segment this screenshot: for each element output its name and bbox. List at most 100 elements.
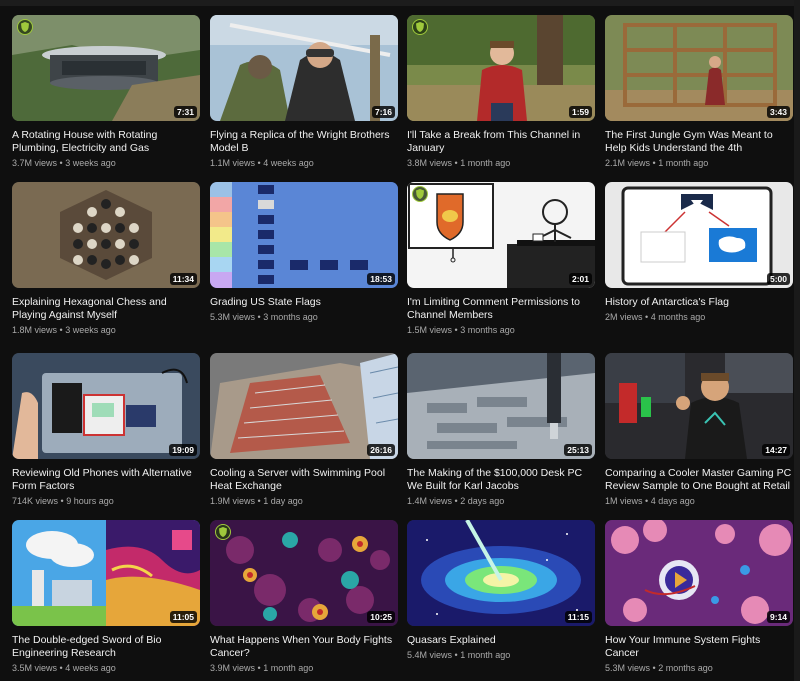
thumbnail-image <box>605 182 793 288</box>
video-thumbnail[interactable]: 11:15 <box>407 520 595 626</box>
upload-age: 1 month ago <box>658 158 709 168</box>
video-thumbnail[interactable]: 25:13 <box>407 353 595 459</box>
verified-shield-icon <box>412 19 428 35</box>
upload-age: 4 weeks ago <box>263 158 314 168</box>
meta-separator: • <box>257 312 261 322</box>
view-count: 1.1M views <box>210 158 256 168</box>
video-meta: 3.7M views • 3 weeks ago <box>12 158 200 169</box>
video-meta: 5.3M views • 3 months ago <box>210 312 398 323</box>
video-title[interactable]: The Double-edged Sword of Bio Engineerin… <box>12 634 200 660</box>
video-card[interactable]: 5:00 History of Antarctica's Flag 2M vie… <box>605 182 793 323</box>
video-thumbnail[interactable]: 7:16 <box>210 15 398 121</box>
video-title[interactable]: Flying a Replica of the Wright Brothers … <box>210 129 398 155</box>
upload-age: 1 month ago <box>460 650 511 660</box>
video-title[interactable]: The Making of the $100,000 Desk PC We Bu… <box>407 467 595 493</box>
video-thumbnail[interactable]: 19:09 <box>12 353 200 459</box>
video-thumbnail[interactable]: 14:27 <box>605 353 793 459</box>
video-thumbnail[interactable]: 10:25 <box>210 520 398 626</box>
video-card[interactable]: 25:13 The Making of the $100,000 Desk PC… <box>407 353 595 507</box>
video-duration: 5:00 <box>766 272 790 285</box>
video-card[interactable]: 18:53 Grading US State Flags 5.3M views … <box>210 182 398 323</box>
video-duration: 11:05 <box>169 610 197 623</box>
video-title[interactable]: Quasars Explained <box>407 634 595 647</box>
video-meta: 5.3M views • 2 months ago <box>605 663 793 674</box>
video-title[interactable]: History of Antarctica's Flag <box>605 296 793 309</box>
view-count: 3.7M views <box>12 158 58 168</box>
video-thumbnail[interactable]: 3:43 <box>605 15 793 121</box>
meta-separator: • <box>257 496 261 506</box>
upload-age: 1 month ago <box>263 663 314 673</box>
video-duration: 1:59 <box>568 105 592 118</box>
video-card[interactable]: 9:14 How Your Immune System Fights Cance… <box>605 520 793 674</box>
thumbnail-image <box>407 15 595 121</box>
upload-age: 2 months ago <box>658 663 713 673</box>
video-duration: 14:27 <box>762 443 790 456</box>
view-count: 2.1M views <box>605 158 651 168</box>
video-duration: 19:09 <box>169 443 197 456</box>
video-meta: 3.8M views • 1 month ago <box>407 158 595 169</box>
video-duration: 25:13 <box>564 443 592 456</box>
video-title[interactable]: Reviewing Old Phones with Alternative Fo… <box>12 467 200 493</box>
verified-shield-icon <box>412 186 428 202</box>
video-card[interactable]: 7:16 Flying a Replica of the Wright Brot… <box>210 15 398 169</box>
video-thumbnail[interactable]: 26:16 <box>210 353 398 459</box>
video-card[interactable]: 10:25 What Happens When Your Body Fights… <box>210 520 398 674</box>
scrollbar-track[interactable] <box>794 0 800 681</box>
video-thumbnail[interactable]: 9:14 <box>605 520 793 626</box>
view-count: 1.8M views <box>12 325 58 335</box>
video-duration: 3:43 <box>766 105 790 118</box>
video-duration: 7:31 <box>173 105 197 118</box>
video-card[interactable]: 11:34 Explaining Hexagonal Chess and Pla… <box>12 182 200 336</box>
video-meta: 3.5M views • 4 weeks ago <box>12 663 200 674</box>
video-thumbnail[interactable]: 7:31 <box>12 15 200 121</box>
thumbnail-image <box>12 15 200 121</box>
video-title[interactable]: Grading US State Flags <box>210 296 398 309</box>
video-title[interactable]: How Your Immune System Fights Cancer <box>605 634 793 660</box>
view-count: 3.5M views <box>12 663 58 673</box>
video-thumbnail[interactable]: 2:01 <box>407 182 595 288</box>
thumbnail-image <box>407 182 595 288</box>
video-title[interactable]: Comparing a Cooler Master Gaming PC Revi… <box>605 467 793 493</box>
video-thumbnail[interactable]: 11:05 <box>12 520 200 626</box>
video-title[interactable]: I'm Limiting Comment Permissions to Chan… <box>407 296 595 322</box>
meta-separator: • <box>652 663 656 673</box>
video-thumbnail[interactable]: 1:59 <box>407 15 595 121</box>
video-card[interactable]: 7:31 A Rotating House with Rotating Plum… <box>12 15 200 169</box>
video-thumbnail[interactable]: 11:34 <box>12 182 200 288</box>
video-title[interactable]: Explaining Hexagonal Chess and Playing A… <box>12 296 200 322</box>
video-meta: 1.4M views • 2 days ago <box>407 496 595 507</box>
meta-separator: • <box>60 496 64 506</box>
video-meta: 2M views • 4 months ago <box>605 312 793 323</box>
video-meta: 1.5M views • 3 months ago <box>407 325 595 336</box>
video-card[interactable]: 11:05 The Double-edged Sword of Bio Engi… <box>12 520 200 674</box>
video-card[interactable]: 3:43 The First Jungle Gym Was Meant to H… <box>605 15 793 169</box>
video-thumbnail[interactable]: 18:53 <box>210 182 398 288</box>
meta-separator: • <box>652 158 656 168</box>
meta-separator: • <box>454 496 458 506</box>
video-card[interactable]: 26:16 Cooling a Server with Swimming Poo… <box>210 353 398 507</box>
video-title[interactable]: What Happens When Your Body Fights Cance… <box>210 634 398 660</box>
view-count: 5.4M views <box>407 650 453 660</box>
view-count: 2M views <box>605 312 643 322</box>
video-meta: 3.9M views • 1 month ago <box>210 663 398 674</box>
video-card[interactable]: 14:27 Comparing a Cooler Master Gaming P… <box>605 353 793 507</box>
view-count: 1.9M views <box>210 496 256 506</box>
video-card[interactable]: 11:15 Quasars Explained 5.4M views • 1 m… <box>407 520 595 661</box>
video-duration: 11:34 <box>169 272 197 285</box>
meta-separator: • <box>454 650 458 660</box>
video-duration: 18:53 <box>367 272 395 285</box>
video-thumbnail[interactable]: 5:00 <box>605 182 793 288</box>
video-duration: 11:15 <box>564 610 592 623</box>
video-duration: 2:01 <box>568 272 592 285</box>
view-count: 3.8M views <box>407 158 453 168</box>
upload-age: 3 weeks ago <box>65 325 116 335</box>
video-card[interactable]: 1:59 I'll Take a Break from This Channel… <box>407 15 595 169</box>
upload-age: 3 months ago <box>263 312 318 322</box>
video-title[interactable]: A Rotating House with Rotating Plumbing,… <box>12 129 200 155</box>
video-title[interactable]: I'll Take a Break from This Channel in J… <box>407 129 595 155</box>
video-title[interactable]: The First Jungle Gym Was Meant to Help K… <box>605 129 793 155</box>
video-meta: 1M views • 4 days ago <box>605 496 793 507</box>
video-card[interactable]: 19:09 Reviewing Old Phones with Alternat… <box>12 353 200 507</box>
video-title[interactable]: Cooling a Server with Swimming Pool Heat… <box>210 467 398 493</box>
video-card[interactable]: 2:01 I'm Limiting Comment Permissions to… <box>407 182 595 336</box>
